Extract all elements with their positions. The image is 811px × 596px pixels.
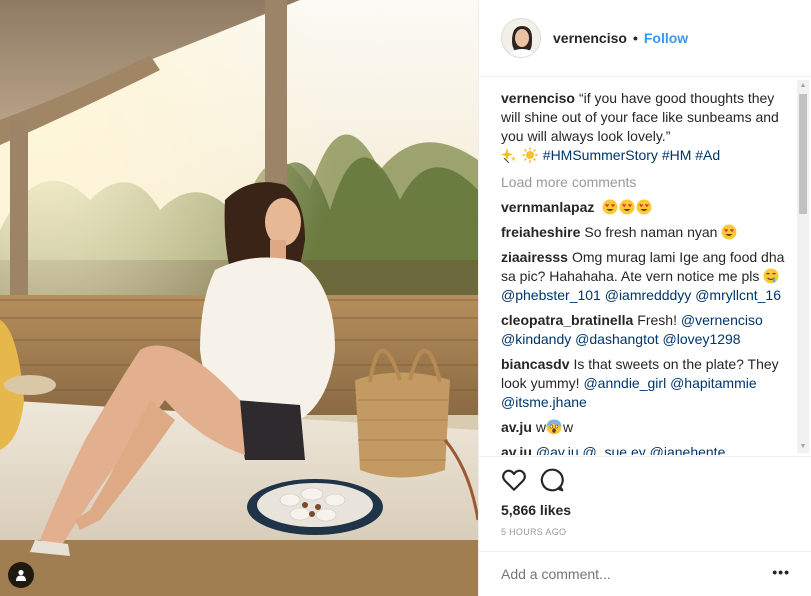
- mention-link[interactable]: @vernenciso: [681, 312, 763, 328]
- comment-author[interactable]: av.ju: [501, 444, 532, 455]
- mention-link[interactable]: @itsme.jhane: [501, 394, 587, 410]
- likes-count[interactable]: 5,866 likes: [501, 502, 571, 518]
- avatar[interactable]: [501, 18, 541, 58]
- hashtag-link[interactable]: #HM: [662, 147, 692, 163]
- comment-text: Fresh!: [637, 312, 677, 328]
- post-header: vernenciso • Follow: [479, 0, 811, 77]
- comment-text: So fresh naman nyan: [584, 224, 718, 240]
- drooling-face-emoji-icon: [763, 268, 779, 284]
- hashtag-link[interactable]: #Ad: [695, 147, 720, 163]
- comment: vernmanlapaz: [501, 198, 787, 217]
- avatar-image: [502, 19, 540, 57]
- mention-link[interactable]: @phebster_101: [501, 287, 601, 303]
- post-photo[interactable]: [0, 0, 478, 596]
- heart-eyes-emoji-icon: [721, 224, 737, 240]
- scroll-up-arrow-icon[interactable]: ▲: [797, 80, 809, 92]
- comment: cleopatra_bratinella Fresh! @vernenciso @…: [501, 311, 787, 349]
- post-side-panel: vernenciso • Follow vernenciso “if you ha…: [478, 0, 811, 596]
- mention-link[interactable]: @lovey1298: [663, 331, 741, 347]
- comment: av.ju w w: [501, 418, 787, 437]
- screaming-face-emoji-icon: [546, 419, 562, 435]
- user-tag-icon: [16, 569, 26, 581]
- sun-emoji-icon: [522, 147, 538, 163]
- speech-bubble-icon[interactable]: [539, 467, 565, 493]
- post-timestamp[interactable]: 5 HOURS AGO: [501, 527, 566, 537]
- follow-button[interactable]: Follow: [644, 30, 688, 46]
- action-icons: [501, 467, 565, 493]
- sparkles-emoji-icon: [501, 148, 516, 163]
- comment-text: w: [563, 419, 574, 435]
- user-tag-button[interactable]: [8, 562, 34, 588]
- mention-link[interactable]: @mryllcnt_16: [695, 287, 781, 303]
- comments-list: vernenciso “if you have good thoughts the…: [501, 89, 787, 455]
- comment-author[interactable]: av.ju: [501, 419, 532, 435]
- comment: av.ju @av.ju @_sue.ey @janehente: [501, 443, 787, 455]
- scroll-down-arrow-icon[interactable]: ▼: [797, 441, 809, 453]
- comment-text: w: [535, 419, 546, 435]
- post-actions: 5,866 likes 5 HOURS AGO •••: [479, 456, 811, 596]
- heart-eyes-emoji-icon: [602, 199, 618, 215]
- add-comment-input[interactable]: [501, 566, 751, 582]
- comment-author[interactable]: ziaairesss: [501, 249, 568, 265]
- mention-link[interactable]: @anndie_girl: [583, 375, 666, 391]
- heart-eyes-emoji-icon: [619, 199, 635, 215]
- mention-link[interactable]: @av.ju @_sue.ey @janehente: [536, 444, 726, 455]
- caption: vernenciso “if you have good thoughts the…: [501, 89, 787, 165]
- comment: ziaairesss Omg murag lami Ige ang food dh…: [501, 248, 787, 305]
- comments-scrollbar[interactable]: ▲ ▼: [797, 80, 809, 453]
- header-username[interactable]: vernenciso: [553, 30, 627, 46]
- heart-icon[interactable]: [501, 467, 527, 493]
- comment: freiaheshire So fresh naman nyan: [501, 223, 787, 242]
- post-photo-scene: [0, 0, 478, 596]
- comment-author[interactable]: vernmanlapaz: [501, 199, 594, 215]
- instagram-post: vernenciso • Follow vernenciso “if you ha…: [0, 0, 811, 596]
- heart-eyes-emoji-icon: [636, 199, 652, 215]
- comment-author[interactable]: cleopatra_bratinella: [501, 312, 633, 328]
- mention-link[interactable]: @dashangtot: [575, 331, 659, 347]
- caption-author[interactable]: vernenciso: [501, 90, 575, 106]
- more-options-button[interactable]: •••: [772, 564, 790, 580]
- mention-link[interactable]: @hapitammie: [670, 375, 757, 391]
- scrollbar-thumb[interactable]: [799, 94, 807, 214]
- comment-author[interactable]: biancasdv: [501, 356, 569, 372]
- load-more-comments-button[interactable]: Load more comments: [501, 173, 787, 192]
- comment-author[interactable]: freiaheshire: [501, 224, 580, 240]
- mention-link[interactable]: @iamredddyy: [605, 287, 692, 303]
- add-comment-section: •••: [479, 551, 811, 596]
- comment: biancasdv Is that sweets on the plate? Th…: [501, 355, 787, 412]
- header-separator: •: [632, 30, 638, 46]
- mention-link[interactable]: @kindandy: [501, 331, 571, 347]
- hashtag-link[interactable]: #HMSummerStory: [543, 147, 658, 163]
